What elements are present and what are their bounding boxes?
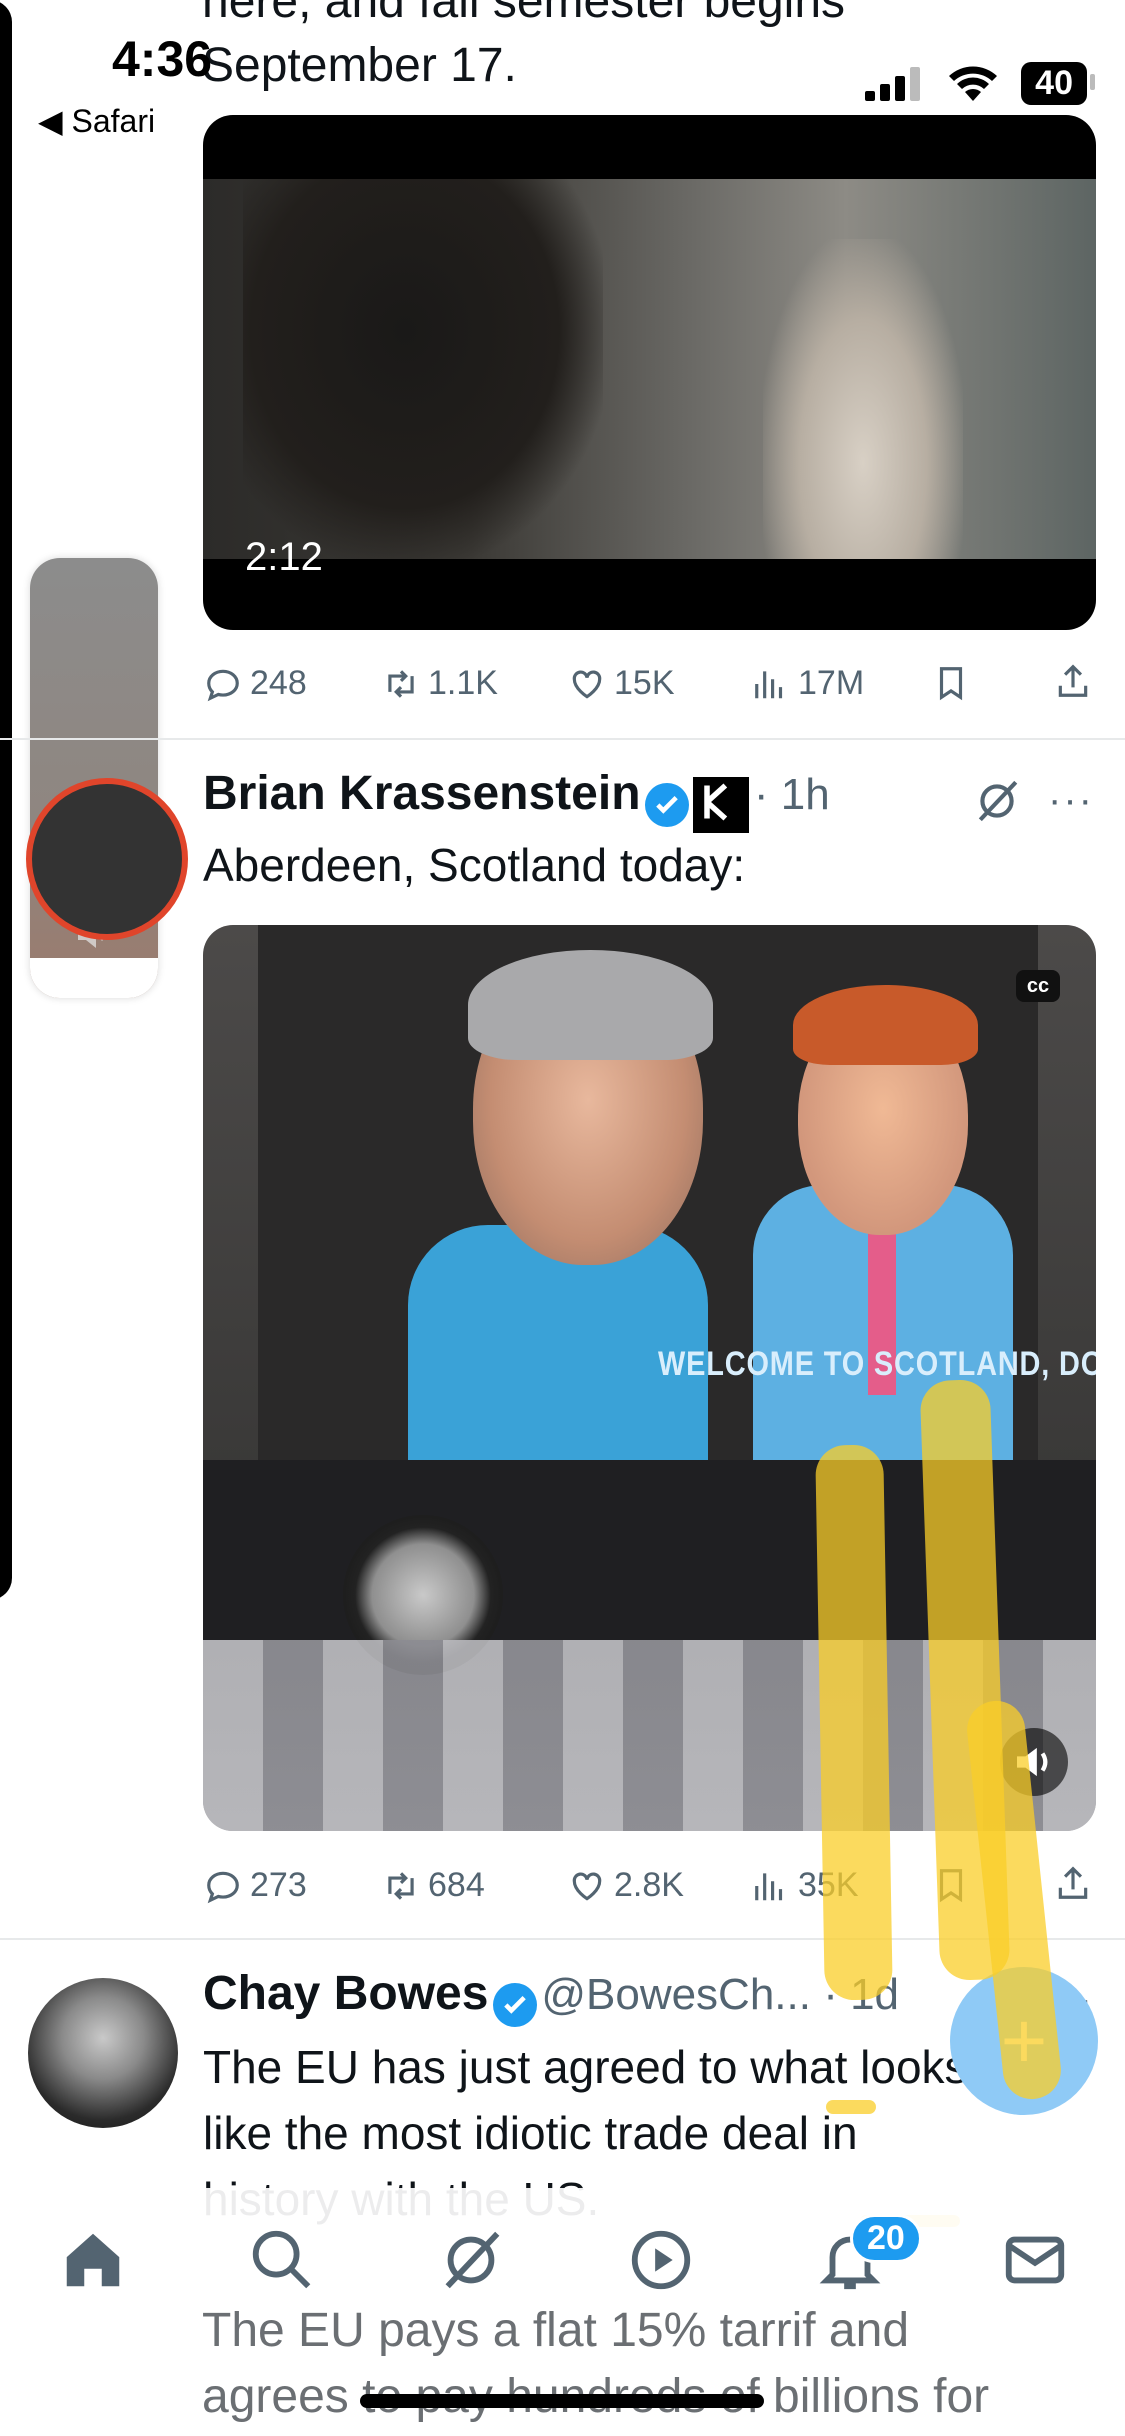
reply-count: 248 <box>250 664 307 702</box>
like-button[interactable]: 15K <box>568 664 675 703</box>
share-button[interactable] <box>1054 662 1092 700</box>
like-count: 15K <box>614 664 675 702</box>
bookmark-icon <box>939 667 963 701</box>
reply-icon <box>207 669 239 701</box>
highlighter-stroke <box>815 1444 893 2001</box>
more-options-icon[interactable]: ··· <box>1048 778 1094 823</box>
share-icon <box>1058 664 1088 697</box>
cellular-signal-icon <box>865 66 921 101</box>
heart-icon <box>572 670 602 699</box>
grok-icon[interactable] <box>972 776 1022 826</box>
video-screen: WELCOME TO SCOTLAND, DONALD <box>258 925 1096 1460</box>
views-icon <box>755 1872 783 1900</box>
avatar[interactable] <box>28 1978 178 2128</box>
wifi-icon <box>949 65 998 101</box>
video-frame <box>203 179 1096 559</box>
views-button[interactable]: 17M <box>752 664 864 703</box>
bookmark-button[interactable] <box>932 664 970 702</box>
search-icon[interactable] <box>247 2225 317 2295</box>
home-icon[interactable] <box>58 2225 128 2295</box>
tweet-text: Aberdeen, Scotland today: <box>203 839 746 891</box>
reply-button[interactable]: 273 <box>204 1866 307 1905</box>
tweet-text-line: The EU has just agreed to what looks <box>203 2041 968 2093</box>
video-play-icon[interactable] <box>626 2225 696 2295</box>
left-edge-shape <box>0 0 12 1600</box>
battery-indicator: 40 <box>1021 62 1095 105</box>
heart-icon <box>572 1872 602 1901</box>
closed-captions-button[interactable]: cc <box>1016 970 1060 1002</box>
video-duration: 2:12 <box>245 535 323 579</box>
person-2-hair <box>793 985 978 1065</box>
video-caption: WELCOME TO SCOTLAND, DONALD <box>658 1345 1096 1383</box>
tweet-2-header: Brian Krassenstein · 1h <box>203 766 830 833</box>
retweet-count: 1.1K <box>428 664 498 702</box>
partial-tweet-line-2: September 17. <box>202 39 517 92</box>
verified-badge-icon <box>492 1982 537 2027</box>
reply-button[interactable]: 248 <box>204 664 307 703</box>
reply-count: 273 <box>250 1866 307 1904</box>
share-button[interactable] <box>1054 1864 1092 1902</box>
home-indicator[interactable] <box>360 2394 764 2408</box>
status-icons: 40 <box>865 62 1095 105</box>
retweet-icon <box>388 669 414 698</box>
retweet-button[interactable]: 684 <box>382 1866 485 1905</box>
avatar[interactable] <box>26 778 188 940</box>
tweet-divider <box>0 738 1125 740</box>
share-icon <box>1058 1866 1088 1899</box>
notification-badge: 20 <box>850 2214 922 2263</box>
verified-badge-icon <box>644 782 689 827</box>
volume-hud-level <box>30 958 158 998</box>
tweet-text-line: The EU pays a flat 15% tarrif and <box>202 2304 910 2357</box>
like-button[interactable]: 2.8K <box>568 1866 684 1905</box>
retweet-button[interactable]: 1.1K <box>382 664 498 703</box>
video-person <box>763 239 963 559</box>
views-count: 17M <box>798 664 865 702</box>
back-to-safari-link[interactable]: ◀ Safari <box>38 102 155 140</box>
retweet-count: 684 <box>428 1866 485 1904</box>
messages-icon[interactable] <box>1000 2225 1070 2295</box>
grok-icon[interactable] <box>436 2225 506 2295</box>
status-time: 4:36 <box>112 31 213 87</box>
retweet-icon <box>388 1871 414 1900</box>
partial-tweet-line-1: here, and fall semester begins <box>202 0 846 28</box>
person-1-hair <box>468 950 713 1060</box>
like-count: 2.8K <box>614 1866 684 1904</box>
tweet-1-video[interactable]: 2:12 <box>203 115 1096 630</box>
tweet-3-header: Chay Bowes @BowesCh... · 1d <box>203 1966 899 2027</box>
post-time: · 1h <box>753 770 830 819</box>
views-icon <box>755 670 783 698</box>
affiliate-logo-icon <box>693 776 750 833</box>
author-name[interactable]: Brian Krassenstein <box>203 767 641 820</box>
author-name[interactable]: Chay Bowes <box>203 1967 488 2020</box>
video-person-silhouette <box>243 179 603 559</box>
highlighter-stroke <box>826 2100 876 2114</box>
partial-tweet-text: here, and fall semester begins September… <box>202 0 845 98</box>
reply-icon <box>207 1871 239 1903</box>
